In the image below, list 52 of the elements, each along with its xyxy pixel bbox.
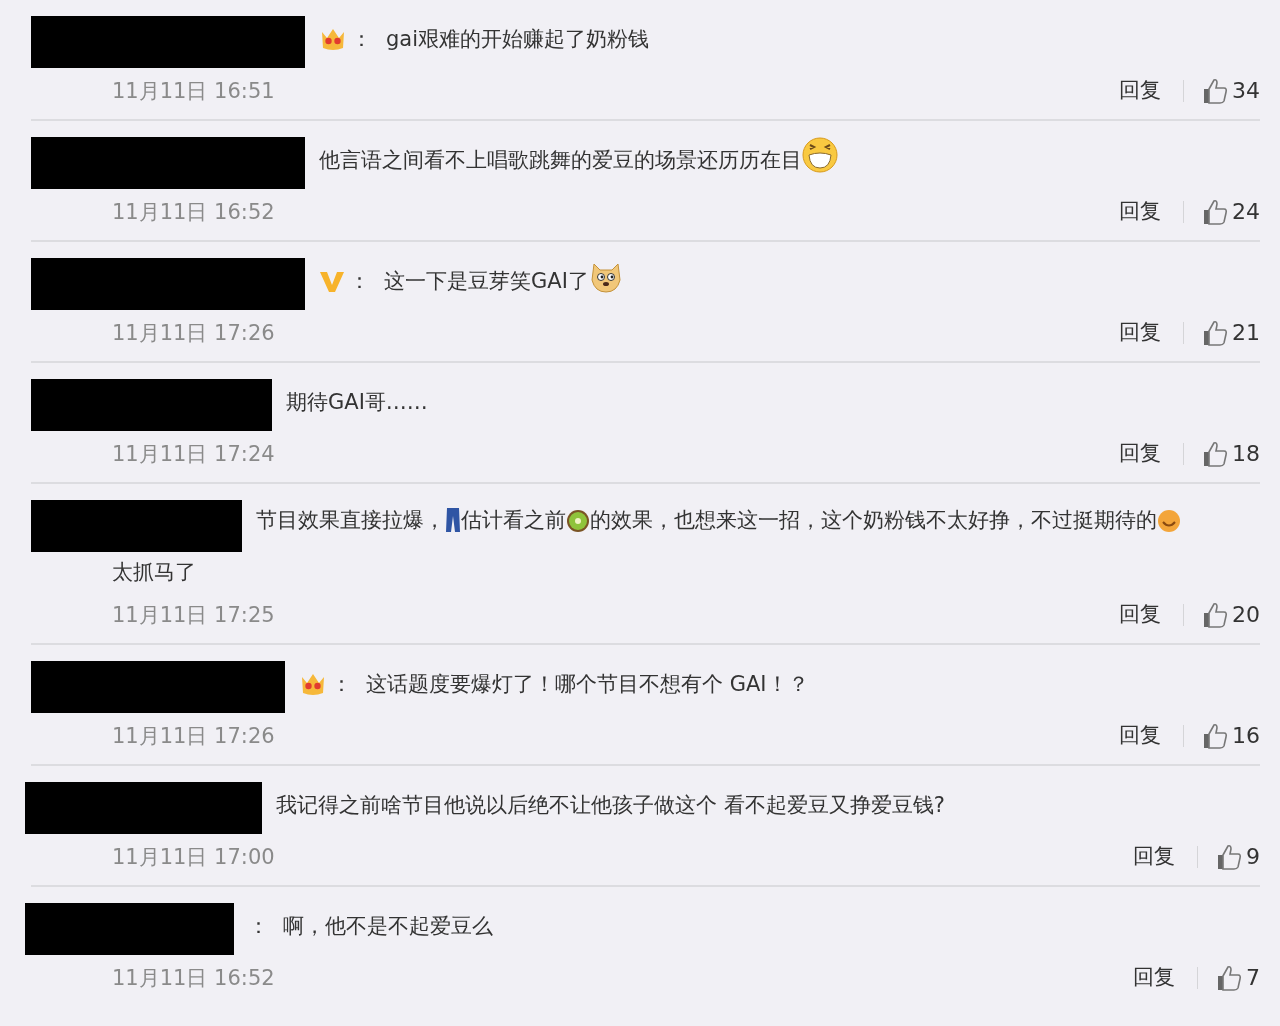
- comment-text: ：: [248, 914, 269, 938]
- like-button[interactable]: 24: [1202, 195, 1260, 228]
- comment-text: 太抓马了: [112, 560, 196, 584]
- comment-text: 他言语之间看不上唱歌跳舞的爱豆的场景还历历在目: [319, 148, 802, 172]
- like-button[interactable]: 21: [1202, 316, 1260, 349]
- like-button[interactable]: 18: [1202, 437, 1260, 470]
- timestamp: 11月11日 17:26: [112, 723, 275, 748]
- timestamp: 11月11日 17:25: [112, 602, 275, 627]
- thumbs-up-icon: [1202, 721, 1228, 750]
- thumbs-up-icon: [1202, 197, 1228, 226]
- timestamp: 11月11日 16:52: [112, 199, 275, 224]
- thumbs-up-icon: [1216, 963, 1242, 992]
- comment-text: 这一下是豆芽笑GAI了: [384, 269, 589, 293]
- grinning-face-icon: [802, 137, 838, 173]
- comment-text: 我记得之前啥节目他说以后绝不让他孩子做这个 看不起爱豆又挣爱豆钱?: [276, 793, 945, 817]
- like-button[interactable]: 16: [1202, 719, 1260, 752]
- comment-text: 节目效果直接拉爆，: [256, 508, 445, 532]
- reply-button[interactable]: 回复: [1119, 316, 1161, 349]
- comment-text: 期待GAI哥……: [286, 390, 428, 414]
- timestamp: 11月11日 17:00: [112, 844, 275, 869]
- thumbs-up-icon: [1216, 842, 1242, 871]
- thumbs-up-icon: [1202, 318, 1228, 347]
- comment-text: 啊，他不是不起爱豆么: [283, 914, 493, 938]
- reply-button[interactable]: 回复: [1119, 195, 1161, 228]
- kiwi-icon: [566, 509, 590, 533]
- v-badge-icon: [319, 270, 345, 294]
- comment-text: 的效果，也想来这一招，这个奶粉钱不太好挣，不过挺期待的: [590, 508, 1157, 532]
- comment-text: ：: [331, 672, 352, 696]
- like-button[interactable]: 20: [1202, 598, 1260, 631]
- timestamp: 11月11日 16:51: [112, 78, 275, 103]
- comment-text: ：: [349, 269, 370, 293]
- smiling-face-icon: [1157, 509, 1181, 533]
- thumbs-up-icon: [1202, 76, 1228, 105]
- reply-button[interactable]: 回复: [1119, 719, 1161, 752]
- jeans-icon: [445, 507, 461, 533]
- comment-text: gai艰难的开始赚起了奶粉钱: [386, 27, 650, 51]
- comment-text: ：: [351, 27, 372, 51]
- like-button[interactable]: 9: [1216, 840, 1260, 873]
- reply-button[interactable]: 回复: [1119, 598, 1161, 631]
- reply-button[interactable]: 回复: [1119, 437, 1161, 470]
- timestamp: 11月11日 16:52: [112, 965, 275, 990]
- reply-button[interactable]: 回复: [1133, 961, 1175, 994]
- like-button[interactable]: 7: [1216, 961, 1260, 994]
- reply-button[interactable]: 回复: [1119, 74, 1161, 107]
- timestamp: 11月11日 17:26: [112, 320, 275, 345]
- comment-text: 估计看之前: [461, 508, 566, 532]
- timestamp: 11月11日 17:24: [112, 441, 275, 466]
- reply-button[interactable]: 回复: [1133, 840, 1175, 873]
- thumbs-up-icon: [1202, 439, 1228, 468]
- comment-text: 这话题度要爆灯了！哪个节目不想有个 GAI！？: [366, 672, 809, 696]
- thumbs-up-icon: [1202, 600, 1228, 629]
- like-button[interactable]: 34: [1202, 74, 1260, 107]
